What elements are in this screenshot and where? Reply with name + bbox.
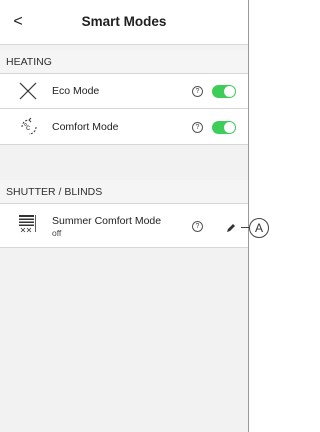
callout-line <box>241 227 249 228</box>
summer-comfort-mode-label: Summer Comfort Mode <box>52 215 162 227</box>
phone-screen: < Smart Modes HEATING Eco Mode ? c Comfo… <box>0 0 249 432</box>
section-heading-heating: HEATING <box>0 50 248 74</box>
comfort-mode-label: Comfort Mode <box>52 121 119 133</box>
list-item-eco-mode[interactable]: Eco Mode ? <box>0 74 248 109</box>
list-item-summer-comfort-mode[interactable]: Summer Comfort Mode off ? <box>0 204 248 248</box>
page-title: Smart Modes <box>81 14 167 29</box>
eco-mode-label: Eco Mode <box>52 85 100 97</box>
help-icon[interactable]: ? <box>192 221 203 232</box>
toggle-knob <box>224 122 235 133</box>
help-icon[interactable]: ? <box>192 86 203 97</box>
eco-x-icon <box>18 81 38 106</box>
app-header: < Smart Modes <box>0 0 248 45</box>
eco-mode-toggle[interactable] <box>212 85 236 98</box>
comfort-thermometer-icon: c <box>18 116 40 143</box>
help-icon[interactable]: ? <box>192 122 203 133</box>
toggle-knob <box>224 86 235 97</box>
summer-comfort-mode-status: off <box>52 228 62 238</box>
shutter-blinds-icon <box>18 214 38 239</box>
comfort-mode-toggle[interactable] <box>212 121 236 134</box>
pencil-icon[interactable] <box>226 220 236 238</box>
section-heading-shutter-blinds: SHUTTER / BLINDS <box>0 180 248 204</box>
list-item-comfort-mode[interactable]: c Comfort Mode ? <box>0 109 248 145</box>
callout-marker-a: A <box>249 218 269 238</box>
